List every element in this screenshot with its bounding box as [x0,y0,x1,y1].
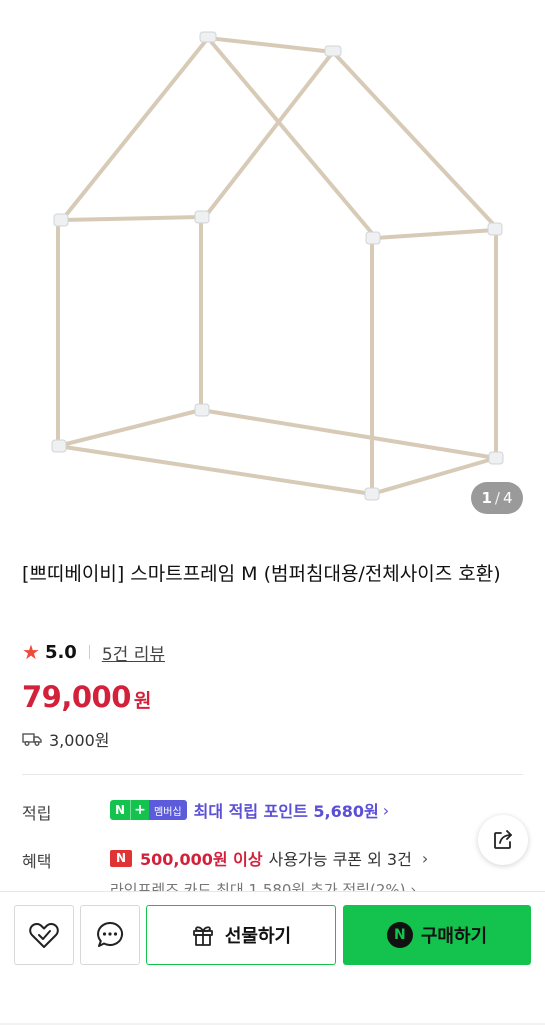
rating-divider [88,645,90,659]
naver-n-red-badge: N [110,849,132,867]
points-label: 적립 [22,804,52,823]
benefit-highlight: 500,000원 이상 [140,850,263,869]
image-counter-separator: / [494,489,500,507]
price-value: 79,000 [22,680,131,714]
section-divider [22,774,523,775]
star-icon: ★ [22,640,40,664]
benefit-text: 사용가능 쿠폰 외 3건 [268,850,412,869]
benefit-row[interactable]: N 500,000원 이상 사용가능 쿠폰 외 3건 › [110,846,428,870]
plus-badge: + [130,800,149,820]
chat-button[interactable] [80,905,140,965]
share-button[interactable] [478,815,528,865]
truck-icon [22,733,42,746]
image-counter-total: 4 [502,489,513,507]
product-image[interactable]: 1 / 4 [0,0,545,530]
membership-badge-text: 멤버십 [149,800,187,820]
naver-membership-badge: N + 멤버십 [110,800,187,820]
shipping-row: 3,000원 [22,727,110,751]
bottom-action-bar: 선물하기 N 구매하기 [0,891,545,1025]
share-icon [494,830,512,849]
buy-button[interactable]: N 구매하기 [343,905,531,965]
naver-n-badge: N [110,800,130,820]
rating-value: 5.0 [44,641,77,663]
price-currency: 원 [133,690,152,712]
gift-button[interactable]: 선물하기 [146,905,336,965]
points-row[interactable]: N + 멤버십 최대 적립 포인트 5,680원 › [110,798,389,822]
image-counter-current: 1 [481,489,492,507]
chat-icon [97,921,124,947]
wishlist-button[interactable] [14,905,74,965]
review-link[interactable]: 5건 리뷰 [102,640,165,665]
rating-row: ★ 5.0 5건 리뷰 [22,639,165,665]
image-counter: 1 / 4 [471,482,523,514]
naver-pay-icon: N [386,922,413,948]
buy-button-label: 구매하기 [420,926,488,947]
chevron-right-icon: › [421,848,429,868]
price-row: 79,000 원 [22,680,151,714]
max-points-text: 최대 적립 포인트 5,680원 [193,802,379,821]
benefit-label: 혜택 [22,852,52,871]
heart-check-icon [29,923,59,948]
product-title: [쁘띠베이비] 스마트프레임 M (범퍼침대용/전체사이즈 호환) [22,563,501,585]
shipping-fee: 3,000원 [49,731,110,750]
gift-icon [192,926,213,946]
tent-frame-image [51,31,504,501]
chevron-right-icon: › [382,800,390,820]
gift-button-label: 선물하기 [224,926,292,947]
